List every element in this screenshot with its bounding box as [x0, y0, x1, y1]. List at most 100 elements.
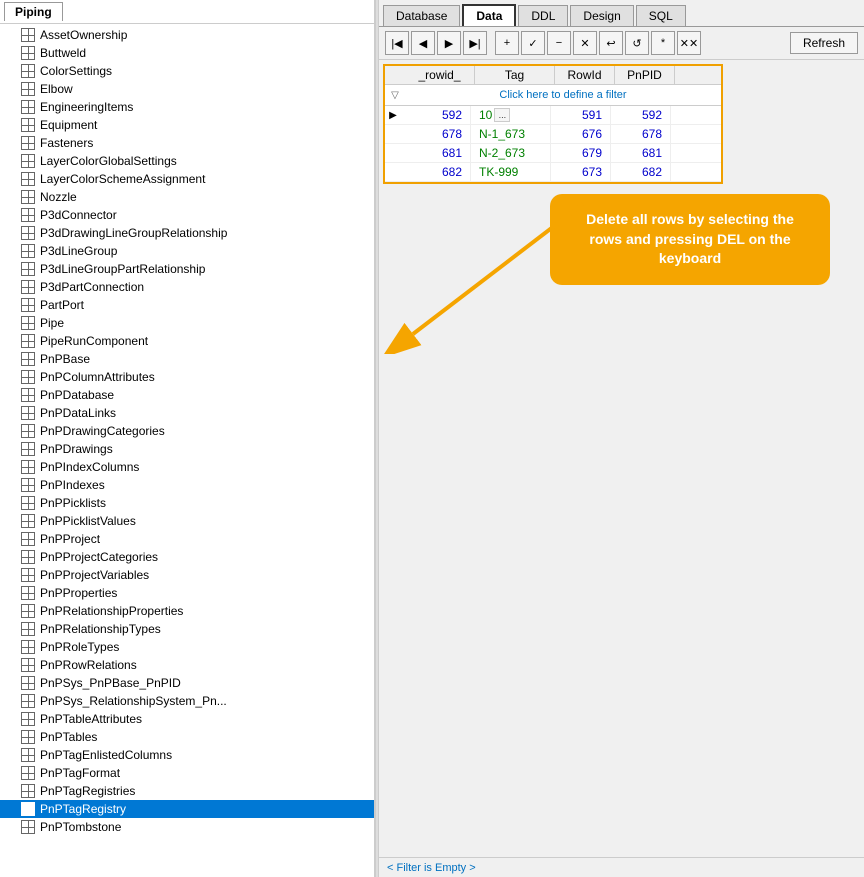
undo-btn[interactable]: ↩	[599, 31, 623, 55]
grid-header: _rowid_TagRowIdPnPID	[385, 66, 721, 85]
tree-item-pnp-data-links[interactable]: PnPDataLinks	[0, 404, 374, 422]
add-btn[interactable]: +	[495, 31, 519, 55]
piping-tab[interactable]: Piping	[4, 2, 63, 21]
tree-item-pnpsys-relationship-system[interactable]: PnPSys_RelationshipSystem_Pn...	[0, 692, 374, 710]
tree-item-equipment[interactable]: Equipment	[0, 116, 374, 134]
tree-item-pnp-relationship-types[interactable]: PnPRelationshipTypes	[0, 620, 374, 638]
tree-item-label: LayerColorGlobalSettings	[40, 154, 177, 168]
tree-item-pnp-project[interactable]: PnPProject	[0, 530, 374, 548]
tree-item-p3d-line-group[interactable]: P3dLineGroup	[0, 242, 374, 260]
tree-item-pnp-role-types[interactable]: PnPRoleTypes	[0, 638, 374, 656]
tree-item-pnp-picklists[interactable]: PnPPicklists	[0, 494, 374, 512]
cell-tag[interactable]: N-1_673	[471, 125, 551, 143]
nav-btn-2[interactable]: ▶	[437, 31, 461, 55]
tree-item-icon	[20, 567, 36, 583]
cell-rowld: 679	[551, 144, 611, 162]
tree-item-pnp-tombstone[interactable]: PnPTombstone	[0, 818, 374, 836]
filter-row[interactable]: ▽ Click here to define a filter	[385, 85, 721, 106]
tree-item-elbow[interactable]: Elbow	[0, 80, 374, 98]
grid-header-tag[interactable]: Tag	[475, 66, 555, 84]
tree-item-icon	[20, 369, 36, 385]
tree-item-label: PnPIndexColumns	[40, 460, 139, 474]
tree-item-pnp-drawing-categories[interactable]: PnPDrawingCategories	[0, 422, 374, 440]
tree-item-pnp-properties[interactable]: PnPProperties	[0, 584, 374, 602]
refresh-small-btn[interactable]: ↺	[625, 31, 649, 55]
tree-item-layer-color-global[interactable]: LayerColorGlobalSettings	[0, 152, 374, 170]
cell-tag[interactable]: TK-999	[471, 163, 551, 181]
tab-ddl[interactable]: DDL	[518, 5, 568, 26]
nav-btn-0[interactable]: |◀	[385, 31, 409, 55]
data-area: _rowid_TagRowIdPnPID ▽ Click here to def…	[379, 60, 864, 857]
nav-btn-3[interactable]: ▶|	[463, 31, 487, 55]
filter-text[interactable]: Click here to define a filter	[405, 87, 721, 103]
grid-header-pnpid[interactable]: PnPID	[615, 66, 675, 84]
tree-item-icon	[20, 315, 36, 331]
tree-item-pnp-project-categories[interactable]: PnPProjectCategories	[0, 548, 374, 566]
cell-pnpid: 592	[611, 106, 671, 124]
tree-item-pnp-row-relations[interactable]: PnPRowRelations	[0, 656, 374, 674]
tree-item-pnp-drawings[interactable]: PnPDrawings	[0, 440, 374, 458]
remove-btn[interactable]: −	[547, 31, 571, 55]
tag-dots-button[interactable]: ...	[494, 108, 510, 122]
tree-item-pnp-tag-enlisted-columns[interactable]: PnPTagEnlistedColumns	[0, 746, 374, 764]
tab-design[interactable]: Design	[570, 5, 633, 26]
tree-item-pnp-tag-format[interactable]: PnPTagFormat	[0, 764, 374, 782]
tree-item-pipe-run-component[interactable]: PipeRunComponent	[0, 332, 374, 350]
cell-pnpid: 682	[611, 163, 671, 181]
tree-item-label: PnPPicklists	[40, 496, 106, 510]
table-row[interactable]: 682TK-999673682	[385, 163, 721, 182]
tree-item-pnp-relationship-properties[interactable]: PnPRelationshipProperties	[0, 602, 374, 620]
tree-item-fasteners[interactable]: Fasteners	[0, 134, 374, 152]
tree-item-pnp-index-columns[interactable]: PnPIndexColumns	[0, 458, 374, 476]
tree-item-p3d-drawing-line[interactable]: P3dDrawingLineGroupRelationship	[0, 224, 374, 242]
tree-item-pnp-tag-registries[interactable]: PnPTagRegistries	[0, 782, 374, 800]
tree-item-pnp-base[interactable]: PnPBase	[0, 350, 374, 368]
tree-item-label: Fasteners	[40, 136, 93, 150]
nav-btn-1[interactable]: ◀	[411, 31, 435, 55]
tab-database[interactable]: Database	[383, 5, 460, 26]
tree-item-pnp-column-attributes[interactable]: PnPColumnAttributes	[0, 368, 374, 386]
tree-item-label: PnPTables	[40, 730, 97, 744]
tree-item-engineering-items[interactable]: EngineeringItems	[0, 98, 374, 116]
tree-item-pnp-tag-registry[interactable]: PnPTagRegistry	[0, 800, 374, 818]
tab-data[interactable]: Data	[462, 4, 516, 26]
tree-item-p3d-connector[interactable]: P3dConnector	[0, 206, 374, 224]
tree-item-pipe[interactable]: Pipe	[0, 314, 374, 332]
tree-item-p3d-line-group-part[interactable]: P3dLineGroupPartRelationship	[0, 260, 374, 278]
star-btn[interactable]: *	[651, 31, 675, 55]
delete-all-btn[interactable]: ✕✕	[677, 31, 701, 55]
tree-item-icon	[20, 387, 36, 403]
tree-item-nozzle[interactable]: Nozzle	[0, 188, 374, 206]
tree-item-pnp-database[interactable]: PnPDatabase	[0, 386, 374, 404]
tree-item-part-port[interactable]: PartPort	[0, 296, 374, 314]
tree-item-icon	[20, 405, 36, 421]
table-row[interactable]: 681N-2_673679681	[385, 144, 721, 163]
tree-item-label: PnPSys_PnPBase_PnPID	[40, 676, 181, 690]
table-row[interactable]: 678N-1_673676678	[385, 125, 721, 144]
tree-item-asset-ownership[interactable]: AssetOwnership	[0, 26, 374, 44]
cell-tag[interactable]: 10...	[471, 106, 551, 124]
table-row[interactable]: ▶59210...591592	[385, 106, 721, 125]
tree-item-pnpsys-pnpbase-pnpid[interactable]: PnPSys_PnPBase_PnPID	[0, 674, 374, 692]
tree-item-color-settings[interactable]: ColorSettings	[0, 62, 374, 80]
tree-item-pnp-picklist-values[interactable]: PnPPicklistValues	[0, 512, 374, 530]
tree-item-icon	[20, 27, 36, 43]
tree-item-pnp-indexes[interactable]: PnPIndexes	[0, 476, 374, 494]
tree-item-icon	[20, 99, 36, 115]
tree-item-buttweld[interactable]: Buttweld	[0, 44, 374, 62]
grid-header--rowid-[interactable]: _rowid_	[405, 66, 475, 84]
tree-item-layer-color-scheme[interactable]: LayerColorSchemeAssignment	[0, 170, 374, 188]
grid-header-rowid[interactable]: RowId	[555, 66, 615, 84]
tab-sql[interactable]: SQL	[636, 5, 686, 26]
cell-rowld: 591	[551, 106, 611, 124]
tree-item-icon	[20, 747, 36, 763]
tree-item-pnp-table-attributes[interactable]: PnPTableAttributes	[0, 710, 374, 728]
tree-item-label: PnPColumnAttributes	[40, 370, 155, 384]
tree-item-p3d-part-connection[interactable]: P3dPartConnection	[0, 278, 374, 296]
confirm-btn[interactable]: ✓	[521, 31, 545, 55]
tree-item-pnp-tables[interactable]: PnPTables	[0, 728, 374, 746]
tree-item-pnp-project-variables[interactable]: PnPProjectVariables	[0, 566, 374, 584]
cell-tag[interactable]: N-2_673	[471, 144, 551, 162]
refresh-button[interactable]: Refresh	[790, 32, 858, 54]
cancel-btn[interactable]: ✕	[573, 31, 597, 55]
